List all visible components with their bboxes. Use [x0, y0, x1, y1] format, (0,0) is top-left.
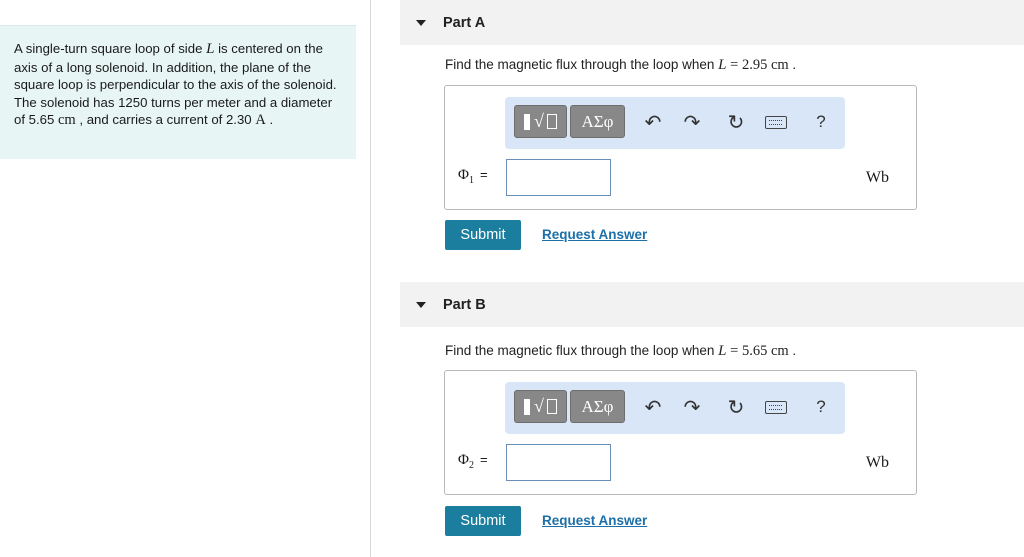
part-a-title: Part A	[443, 14, 486, 31]
sqrt-icon: √	[534, 396, 544, 416]
math-toolbar: √ ΑΣφ ↶ ↷ ↻ ?	[505, 382, 845, 434]
unit-cm: cm	[770, 57, 789, 73]
greek-symbols-button[interactable]: ΑΣφ	[570, 105, 625, 138]
part-b-header[interactable]: Part B	[400, 282, 1024, 327]
answer-input[interactable]	[506, 444, 611, 481]
question-suffix: .	[788, 57, 797, 72]
reset-icon[interactable]: ↻	[723, 394, 749, 420]
panel-divider	[370, 0, 371, 557]
problem-text: A single-turn square loop of side	[14, 41, 207, 56]
undo-icon[interactable]: ↶	[640, 109, 666, 135]
part-b-title: Part B	[443, 296, 486, 313]
collapse-caret-icon[interactable]	[416, 301, 426, 308]
sqrt-icon: √	[534, 111, 544, 131]
part-b-question: Find the magnetic flux through the loop …	[445, 343, 796, 360]
answer-label: Φ2 =	[458, 452, 488, 471]
redo-icon[interactable]: ↷	[679, 394, 705, 420]
unit-A: A	[255, 112, 266, 129]
greek-label: ΑΣφ	[581, 111, 614, 131]
greek-label: ΑΣφ	[581, 396, 614, 416]
part-b-answer-box: √ ΑΣφ ↶ ↷ ↻ ? Φ2 = Wb	[444, 370, 917, 495]
templates-button[interactable]: √	[514, 390, 567, 423]
reset-icon[interactable]: ↻	[723, 109, 749, 135]
problem-statement: A single-turn square loop of side L is c…	[0, 25, 356, 159]
help-icon[interactable]: ?	[808, 109, 834, 135]
problem-text: , and carries a current of 2.30	[75, 112, 256, 128]
answer-label: Φ1 =	[458, 167, 488, 186]
unit-cm: cm	[770, 343, 789, 359]
greek-symbols-button[interactable]: ΑΣφ	[570, 390, 625, 423]
question-text: Find the magnetic flux through the loop …	[445, 343, 719, 358]
variable-L: L	[718, 343, 727, 359]
phi-subscript: 2	[468, 460, 474, 471]
collapse-caret-icon[interactable]	[416, 19, 426, 26]
part-a-header[interactable]: Part A	[400, 0, 1024, 45]
equals-sign: =	[479, 167, 488, 182]
part-a-answer-box: √ ΑΣφ ↶ ↷ ↻ ? Φ1 = Wb	[444, 85, 917, 210]
keyboard-icon[interactable]	[763, 109, 789, 135]
math-toolbar: √ ΑΣφ ↶ ↷ ↻ ?	[505, 97, 845, 149]
phi-symbol: Φ	[458, 452, 469, 468]
request-answer-link[interactable]: Request Answer	[542, 227, 647, 242]
request-answer-link[interactable]: Request Answer	[542, 513, 647, 528]
phi-symbol: Φ	[458, 167, 469, 183]
keyboard-icon[interactable]	[763, 394, 789, 420]
variable-L: L	[718, 57, 727, 73]
submit-button[interactable]: Submit	[445, 220, 521, 250]
help-icon[interactable]: ?	[808, 394, 834, 420]
question-text: Find the magnetic flux through the loop …	[445, 57, 719, 72]
question-value: = 5.65	[726, 343, 771, 359]
answer-unit: Wb	[865, 454, 889, 471]
redo-icon[interactable]: ↷	[679, 109, 705, 135]
problem-text: .	[265, 112, 274, 128]
question-suffix: .	[788, 343, 797, 358]
question-value: = 2.95	[726, 57, 771, 73]
part-a-question: Find the magnetic flux through the loop …	[445, 57, 796, 74]
answer-input[interactable]	[506, 159, 611, 196]
unit-cm: cm	[58, 112, 76, 129]
answer-unit: Wb	[865, 169, 889, 186]
equals-sign: =	[479, 452, 488, 467]
submit-button[interactable]: Submit	[445, 506, 521, 536]
undo-icon[interactable]: ↶	[640, 394, 666, 420]
phi-subscript: 1	[468, 175, 474, 186]
templates-button[interactable]: √	[514, 105, 567, 138]
